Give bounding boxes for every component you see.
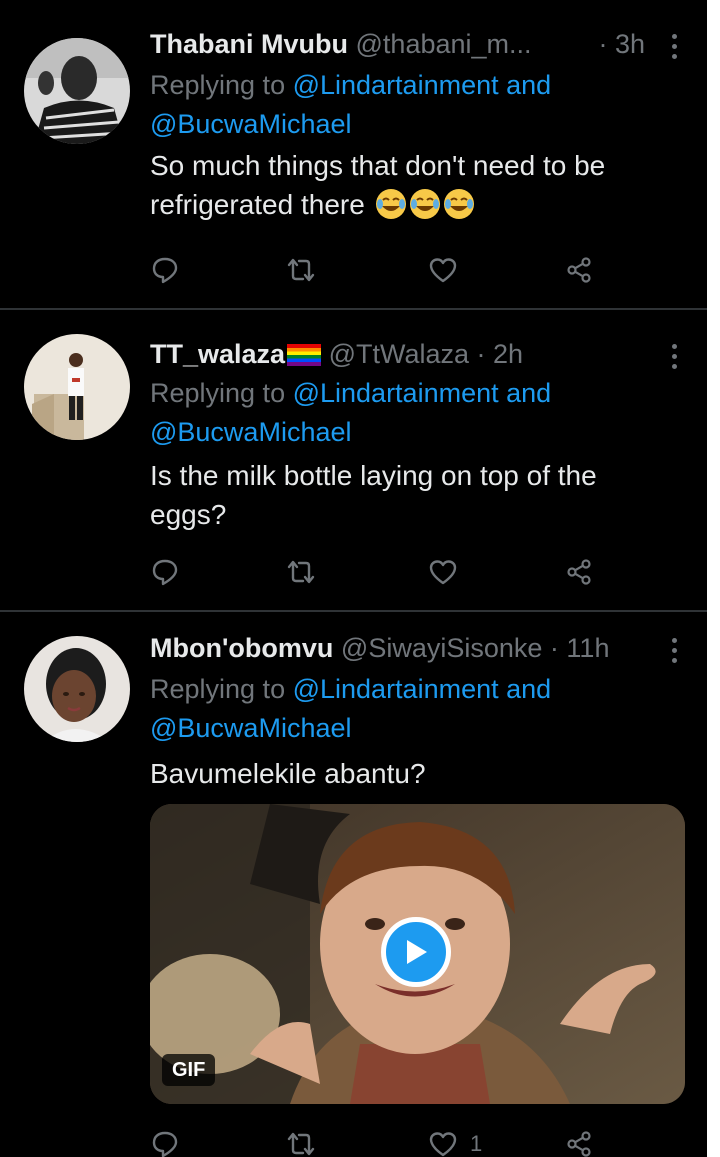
share-button[interactable] [564,250,594,290]
replying-to: Replying to @Lindartainment and @BucwaMi… [150,374,687,452]
tweet-actions: 1 [150,1124,610,1157]
like-button[interactable] [428,250,470,290]
reply-thread: Thabani Mvubu @thabani_m... · 3h Replyin… [0,0,707,1157]
mention-link[interactable]: @Lindartainment and [293,674,552,704]
retweet-icon [287,560,315,584]
tweet-text: Is the milk bottle laying on top of the … [150,456,667,534]
heart-icon [429,1132,457,1157]
mention-link[interactable]: @BucwaMichael [150,109,352,139]
tweet-header: Mbon'obomvu @SiwayiSisonke · 11h [150,628,687,668]
tweet-header: Thabani Mvubu @thabani_m... · 3h [150,24,687,64]
tweet[interactable]: Mbon'obomvu @SiwayiSisonke · 11h Replyin… [0,612,707,1157]
handle[interactable]: @TtWalaza [329,339,469,369]
heart-icon [429,258,457,283]
mention-link[interactable]: @BucwaMichael [150,417,352,447]
retweet-button[interactable] [286,250,316,290]
display-name[interactable]: TT_walaza [150,339,285,369]
retweet-icon [287,1132,315,1156]
face-with-tears-of-joy-icon [443,189,474,219]
retweet-button[interactable] [286,552,316,592]
share-icon [567,257,591,283]
tweet-text-line: Is the milk bottle laying on top of the [150,460,597,491]
rainbow-flag-icon [287,344,322,366]
reply-icon [152,257,178,284]
tweet-actions [150,552,610,592]
avatar[interactable] [24,38,130,144]
reply-icon [152,1131,178,1157]
tweet-text-line: refrigerated there [150,189,365,220]
tweet-actions [150,250,610,290]
share-button[interactable] [564,552,594,592]
replying-to-label: Replying to [150,378,293,408]
like-button[interactable]: 1 [428,1124,482,1157]
tweet[interactable]: Thabani Mvubu @thabani_m... · 3h Replyin… [0,0,707,308]
retweet-button[interactable] [286,1124,316,1157]
heart-icon [429,560,457,585]
tweet-header: TT_walaza @TtWalaza · 2h [150,334,687,374]
share-button[interactable] [564,1124,594,1157]
display-name[interactable]: Thabani Mvubu [150,29,348,59]
avatar[interactable] [24,636,130,742]
more-vertical-icon[interactable] [671,344,679,370]
reply-icon [152,559,178,586]
mention-link[interactable]: @BucwaMichael [150,713,352,743]
replying-to: Replying to @Lindartainment and @BucwaMi… [150,66,687,144]
tweet-text-line: Bavumelekile abantu? [150,758,426,789]
tweet[interactable]: TT_walaza @TtWalaza · 2h Replying to @Li… [0,310,707,610]
timestamp[interactable]: · 3h [598,24,645,64]
face-with-tears-of-joy-icon [409,189,440,219]
gif-badge: GIF [162,1054,216,1086]
reply-button[interactable] [150,250,180,290]
replying-to: Replying to @Lindartainment and @BucwaMi… [150,670,687,748]
replying-to-label: Replying to [150,674,293,704]
timestamp[interactable]: · 2h [477,339,524,369]
tweet-text: So much things that don't need to be ref… [150,146,667,224]
display-name[interactable]: Mbon'obomvu [150,633,333,663]
replying-to-label: Replying to [150,70,293,100]
retweet-icon [287,258,315,282]
reply-button[interactable] [150,1124,180,1157]
handle[interactable]: @SiwayiSisonke [341,633,543,663]
mention-link[interactable]: @Lindartainment and [293,378,552,408]
avatar[interactable] [24,334,130,440]
play-button[interactable] [381,917,451,987]
tweet-text-line: So much things that don't need to be [150,150,606,181]
handle[interactable]: @thabani_m... [356,29,532,59]
gif-media[interactable]: GIF [150,804,685,1104]
reply-button[interactable] [150,552,180,592]
tweet-text: Bavumelekile abantu? [150,754,667,793]
tweet-text-line: eggs? [150,499,227,530]
share-icon [567,559,591,585]
share-icon [567,1131,591,1157]
more-vertical-icon[interactable] [671,34,679,60]
like-button[interactable] [428,552,470,592]
play-icon [407,940,427,964]
mention-link[interactable]: @Lindartainment and [293,70,552,100]
more-vertical-icon[interactable] [671,638,679,664]
like-count: 1 [470,1131,483,1156]
face-with-tears-of-joy-icon [375,189,406,219]
timestamp[interactable]: · 11h [550,633,610,663]
